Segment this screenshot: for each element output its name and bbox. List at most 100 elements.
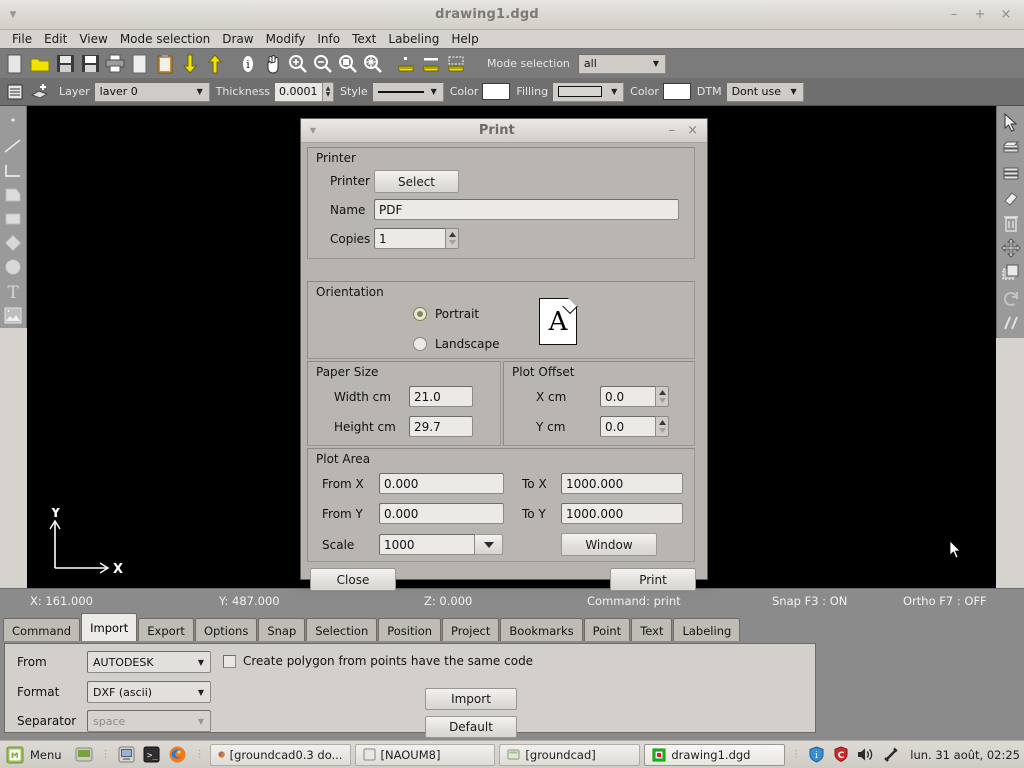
window-button[interactable]: Window bbox=[561, 533, 657, 556]
style-combo[interactable]: ▼ bbox=[372, 82, 444, 102]
tab-project[interactable]: Project bbox=[442, 618, 499, 642]
default-button[interactable]: Default bbox=[425, 716, 517, 738]
zoom-out-icon[interactable] bbox=[311, 52, 335, 76]
import-from-combo[interactable]: AUTODESK ▼ bbox=[87, 651, 211, 673]
menu-file[interactable]: File bbox=[6, 31, 38, 47]
zoom-extents-icon[interactable] bbox=[361, 52, 385, 76]
tab-snap[interactable]: Snap bbox=[258, 618, 305, 642]
copies-stepper[interactable]: 1 bbox=[374, 228, 459, 249]
circle-tool-icon[interactable] bbox=[1, 255, 25, 279]
window-minimize-button[interactable]: – bbox=[948, 7, 960, 22]
tab-command[interactable]: Command bbox=[3, 618, 80, 642]
portrait-radio-row[interactable]: Portrait bbox=[413, 307, 479, 321]
diamond-tool-icon[interactable] bbox=[1, 231, 25, 255]
thickness-spin-buttons[interactable]: ▲▼ bbox=[323, 82, 334, 102]
dialog-minimize-button[interactable]: – bbox=[669, 123, 676, 138]
status-snap[interactable]: Snap F3 : ON bbox=[772, 594, 847, 608]
offset-x-field[interactable]: 0.0 bbox=[600, 386, 656, 407]
from-y-field[interactable]: 0.000 bbox=[379, 503, 504, 524]
window-close-button[interactable]: × bbox=[1000, 7, 1012, 22]
menu-info[interactable]: Info bbox=[311, 31, 346, 47]
terminal-launcher[interactable]: >_ bbox=[141, 744, 162, 766]
show-desktop-button[interactable] bbox=[73, 744, 95, 766]
add-layer-icon[interactable] bbox=[28, 80, 52, 104]
offset-y-spin-buttons[interactable] bbox=[656, 416, 669, 437]
landscape-radio[interactable] bbox=[413, 337, 427, 351]
taskbar-window-groundcad-folder[interactable]: [groundcad] bbox=[499, 744, 640, 766]
zoom-in-icon[interactable] bbox=[286, 52, 310, 76]
copy-icon[interactable] bbox=[999, 260, 1023, 285]
menu-mode-selection[interactable]: Mode selection bbox=[114, 31, 216, 47]
status-ortho[interactable]: Ortho F7 : OFF bbox=[903, 594, 987, 608]
menu-draw[interactable]: Draw bbox=[216, 31, 259, 47]
zoom-window-icon[interactable] bbox=[336, 52, 360, 76]
layers-stack-icon[interactable] bbox=[999, 160, 1023, 185]
page-icon[interactable] bbox=[128, 52, 152, 76]
menu-text[interactable]: Text bbox=[346, 31, 382, 47]
dialog-close-button[interactable]: × bbox=[687, 123, 698, 138]
taskbar-window-groundcad-doc[interactable]: [groundcad0.3 do... bbox=[210, 744, 351, 766]
portrait-radio[interactable] bbox=[413, 307, 427, 321]
paper-height-field[interactable]: 29.7 bbox=[409, 416, 473, 437]
fill-color-swatch[interactable] bbox=[663, 83, 691, 100]
scale-dropdown-button[interactable] bbox=[475, 534, 503, 555]
create-polygon-checkbox[interactable] bbox=[223, 655, 236, 668]
import-button[interactable]: Import bbox=[425, 688, 517, 710]
paper-width-field[interactable]: 21.0 bbox=[409, 386, 473, 407]
menu-help[interactable]: Help bbox=[445, 31, 484, 47]
text-tool-icon[interactable]: T bbox=[1, 280, 25, 304]
bluetooth-tray-button[interactable] bbox=[881, 744, 902, 766]
landscape-radio-row[interactable]: Landscape bbox=[413, 337, 499, 351]
save-as-icon[interactable] bbox=[78, 52, 102, 76]
window-maximize-button[interactable]: + bbox=[974, 7, 986, 22]
dialog-menu-arrow-icon[interactable]: ▼ bbox=[301, 126, 325, 135]
menu-modify[interactable]: Modify bbox=[260, 31, 312, 47]
pan-hand-icon[interactable] bbox=[261, 52, 285, 76]
clipboard-icon[interactable] bbox=[153, 52, 177, 76]
file-manager-launcher[interactable] bbox=[116, 744, 137, 766]
tab-labeling[interactable]: Labeling bbox=[673, 618, 740, 642]
polyline-tool-icon[interactable] bbox=[1, 158, 25, 182]
rectangle-tool-icon[interactable] bbox=[1, 207, 25, 231]
offset-x-stepper[interactable]: 0.0 bbox=[600, 386, 669, 407]
tab-text[interactable]: Text bbox=[631, 618, 672, 642]
line-tool-icon[interactable] bbox=[1, 134, 25, 158]
thickness-value[interactable]: 0.0001 bbox=[274, 82, 323, 102]
open-folder-icon[interactable] bbox=[28, 52, 52, 76]
dtm-combo[interactable]: Dont use ▼ bbox=[726, 82, 804, 102]
eraser-icon[interactable] bbox=[999, 185, 1023, 210]
copies-field[interactable]: 1 bbox=[374, 228, 446, 249]
tab-selection[interactable]: Selection bbox=[306, 618, 377, 642]
offset-x-spin-buttons[interactable] bbox=[656, 386, 669, 407]
mint-menu-button[interactable]: Menu bbox=[4, 744, 69, 766]
mirror-icon[interactable] bbox=[999, 310, 1023, 335]
thickness-stepper[interactable]: 0.0001 ▲▼ bbox=[274, 82, 334, 102]
image-tool-icon[interactable] bbox=[1, 304, 25, 328]
to-x-field[interactable]: 1000.000 bbox=[561, 473, 683, 494]
tab-options[interactable]: Options bbox=[195, 618, 257, 642]
menu-view[interactable]: View bbox=[73, 31, 113, 47]
layer-list-icon[interactable] bbox=[3, 80, 27, 104]
scale-combo[interactable]: 1000 bbox=[379, 534, 503, 555]
point-tool-icon[interactable] bbox=[1, 110, 25, 134]
layers-icon[interactable] bbox=[999, 135, 1023, 160]
select-cursor-icon[interactable] bbox=[999, 110, 1023, 135]
measure-area-icon[interactable] bbox=[444, 52, 468, 76]
mode-selection-combo[interactable]: all ▼ bbox=[578, 54, 666, 74]
clamav-tray-button[interactable]: C bbox=[831, 744, 851, 766]
menu-labeling[interactable]: Labeling bbox=[382, 31, 445, 47]
tab-point[interactable]: Point bbox=[584, 618, 631, 642]
close-button[interactable]: Close bbox=[310, 568, 396, 591]
filling-combo[interactable]: ▼ bbox=[552, 82, 624, 102]
measure-point-icon[interactable] bbox=[394, 52, 418, 76]
line-color-swatch[interactable] bbox=[482, 83, 510, 100]
printer-name-field[interactable]: PDF bbox=[374, 199, 679, 220]
to-y-field[interactable]: 1000.000 bbox=[561, 503, 683, 524]
taskbar-window-naoum8[interactable]: [NAOUM8] bbox=[355, 744, 496, 766]
info-tray-button[interactable]: i bbox=[806, 744, 827, 766]
spin-down-icon[interactable]: ▼ bbox=[326, 92, 331, 98]
trash-icon[interactable] bbox=[999, 210, 1023, 235]
taskbar-window-drawing1[interactable]: drawing1.dgd bbox=[644, 744, 785, 766]
from-x-field[interactable]: 0.000 bbox=[379, 473, 504, 494]
measure-line-icon[interactable] bbox=[419, 52, 443, 76]
